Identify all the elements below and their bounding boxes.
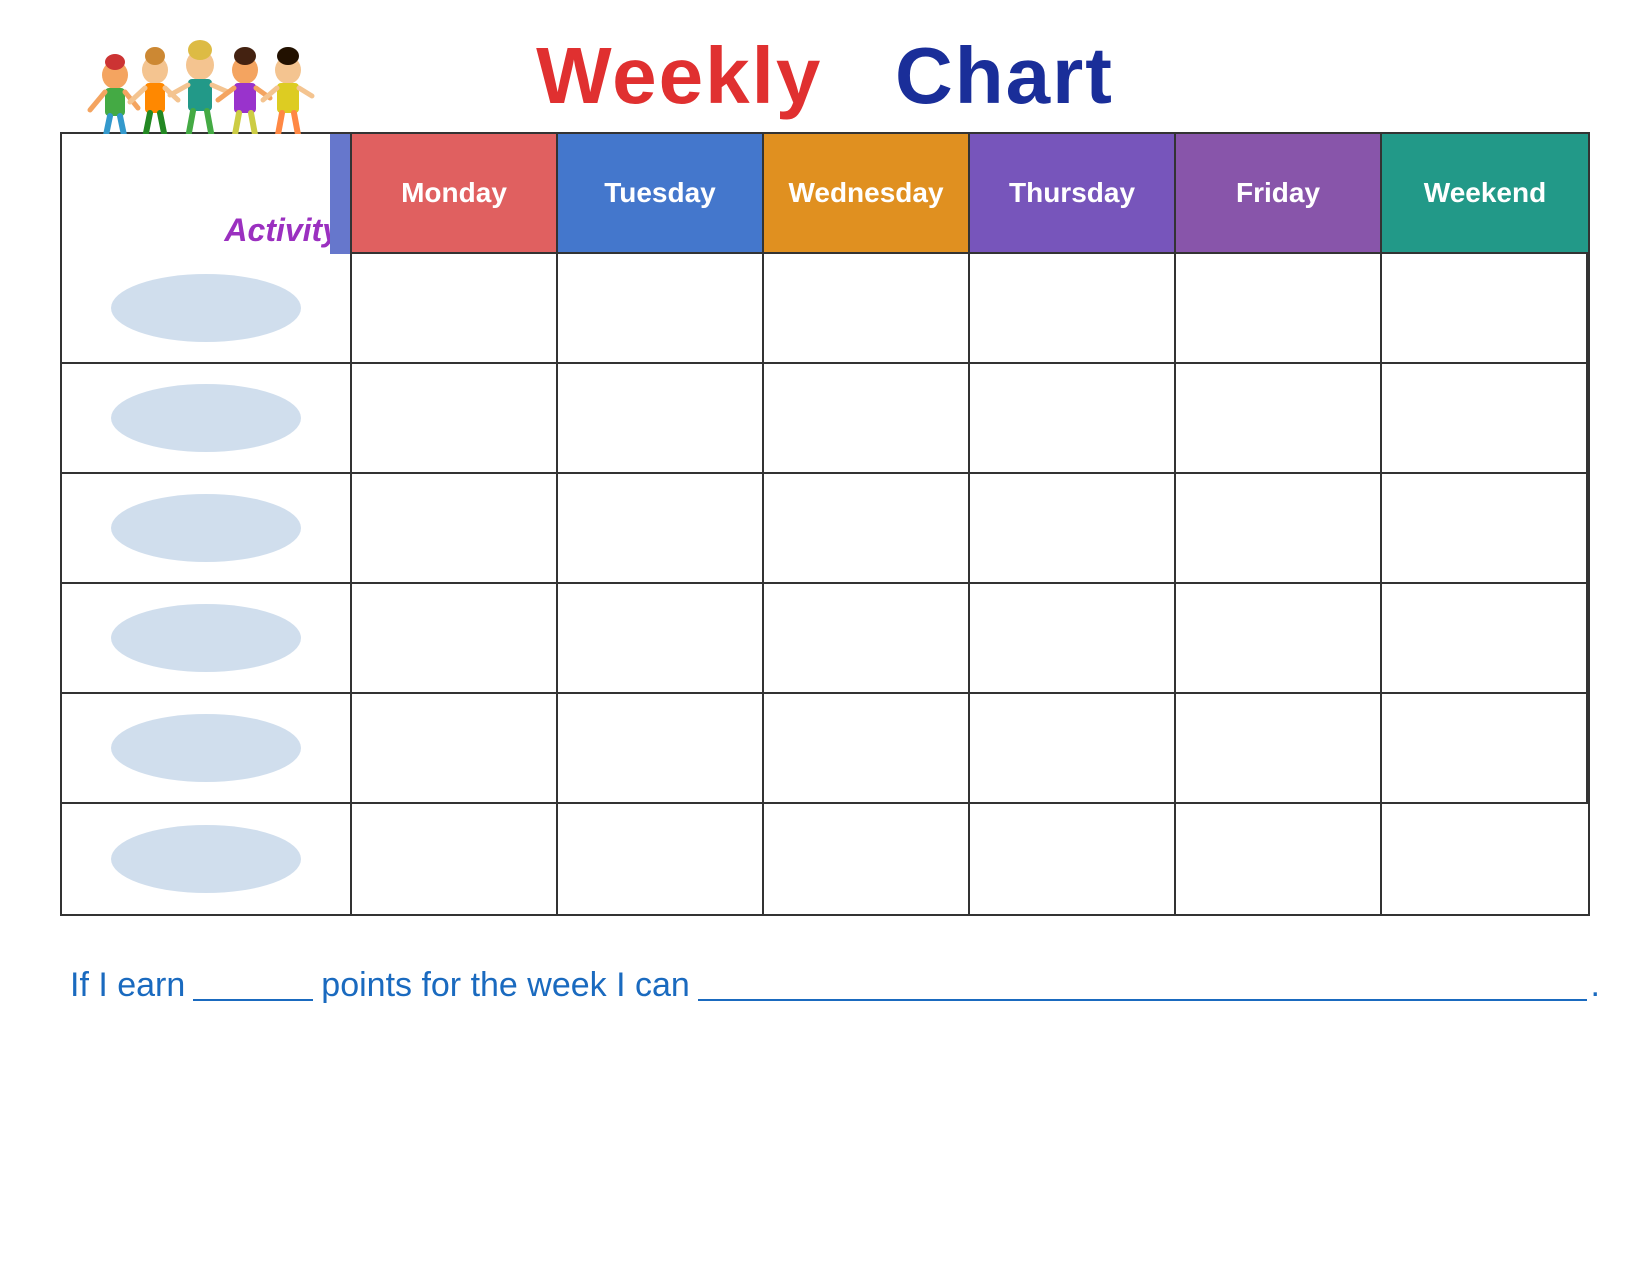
data-cell-row6-col1[interactable] bbox=[352, 804, 558, 914]
data-cell-row4-col6[interactable] bbox=[1382, 584, 1588, 694]
data-cell-row5-col6[interactable] bbox=[1382, 694, 1588, 804]
activity-header-cell: Activity bbox=[62, 134, 352, 254]
data-cell-row5-col4[interactable] bbox=[970, 694, 1176, 804]
footer-part1: If I earn bbox=[70, 966, 185, 1005]
data-cell-row3-col2[interactable] bbox=[558, 474, 764, 584]
activity-cell-2 bbox=[62, 364, 352, 474]
activity-oval-4 bbox=[111, 604, 301, 672]
footer-blank-long[interactable] bbox=[698, 999, 1587, 1001]
data-cell-row4-col3[interactable] bbox=[764, 584, 970, 694]
data-cell-row2-col3[interactable] bbox=[764, 364, 970, 474]
activity-cell-3 bbox=[62, 474, 352, 584]
data-cell-row4-col4[interactable] bbox=[970, 584, 1176, 694]
chart-header: Activity Monday Tuesday Wednesday Thursd… bbox=[62, 134, 1588, 254]
data-cell-row4-col2[interactable] bbox=[558, 584, 764, 694]
chart-body bbox=[62, 254, 1588, 914]
data-cell-row3-col5[interactable] bbox=[1176, 474, 1382, 584]
page-title: Weekly Chart bbox=[536, 30, 1114, 122]
data-cell-row6-col4[interactable] bbox=[970, 804, 1176, 914]
weekly-chart: Activity Monday Tuesday Wednesday Thursd… bbox=[60, 132, 1590, 916]
activity-label: Activity bbox=[224, 212, 340, 249]
data-cell-row5-col2[interactable] bbox=[558, 694, 764, 804]
footer-period: . bbox=[1591, 966, 1600, 1005]
data-cell-row3-col3[interactable] bbox=[764, 474, 970, 584]
activity-cell-1 bbox=[62, 254, 352, 364]
header-thursday: Thursday bbox=[970, 134, 1176, 254]
activity-oval-2 bbox=[111, 384, 301, 452]
title-chart: Chart bbox=[895, 31, 1114, 120]
data-cell-row6-col3[interactable] bbox=[764, 804, 970, 914]
data-cell-row2-col4[interactable] bbox=[970, 364, 1176, 474]
data-cell-row5-col5[interactable] bbox=[1176, 694, 1382, 804]
header-friday: Friday bbox=[1176, 134, 1382, 254]
activity-cell-5 bbox=[62, 694, 352, 804]
data-cell-row4-col5[interactable] bbox=[1176, 584, 1382, 694]
data-cell-row1-col3[interactable] bbox=[764, 254, 970, 364]
footer-part2: points for the week I can bbox=[321, 966, 690, 1005]
header-weekend: Weekend bbox=[1382, 134, 1588, 254]
data-cell-row2-col2[interactable] bbox=[558, 364, 764, 474]
activity-oval-3 bbox=[111, 494, 301, 562]
data-cell-row5-col3[interactable] bbox=[764, 694, 970, 804]
data-cell-row2-col6[interactable] bbox=[1382, 364, 1588, 474]
header-tuesday: Tuesday bbox=[558, 134, 764, 254]
vertical-bar bbox=[330, 134, 350, 254]
activity-oval-6 bbox=[111, 825, 301, 893]
activity-oval-1 bbox=[111, 274, 301, 342]
header-monday: Monday bbox=[352, 134, 558, 254]
activity-cell-4 bbox=[62, 584, 352, 694]
data-cell-row2-col1[interactable] bbox=[352, 364, 558, 474]
data-cell-row1-col4[interactable] bbox=[970, 254, 1176, 364]
data-cell-row1-col1[interactable] bbox=[352, 254, 558, 364]
data-cell-row5-col1[interactable] bbox=[352, 694, 558, 804]
data-cell-row3-col6[interactable] bbox=[1382, 474, 1588, 584]
data-cell-row3-col1[interactable] bbox=[352, 474, 558, 584]
activity-oval-5 bbox=[111, 714, 301, 782]
title-area: Weekly Chart bbox=[50, 30, 1600, 122]
data-cell-row1-col2[interactable] bbox=[558, 254, 764, 364]
title-weekly: Weekly bbox=[536, 31, 822, 120]
data-cell-row2-col5[interactable] bbox=[1176, 364, 1382, 474]
data-cell-row1-col6[interactable] bbox=[1382, 254, 1588, 364]
activity-cell-6 bbox=[62, 804, 352, 914]
data-cell-row4-col1[interactable] bbox=[352, 584, 558, 694]
footer-sentence: If I earn points for the week I can . bbox=[50, 966, 1600, 1005]
data-cell-row6-col5[interactable] bbox=[1176, 804, 1382, 914]
data-cell-row6-col2[interactable] bbox=[558, 804, 764, 914]
data-cell-row1-col5[interactable] bbox=[1176, 254, 1382, 364]
header-wednesday: Wednesday bbox=[764, 134, 970, 254]
data-cell-row3-col4[interactable] bbox=[970, 474, 1176, 584]
data-cell-row6-col6[interactable] bbox=[1382, 804, 1588, 914]
footer-blank-short[interactable] bbox=[193, 999, 313, 1001]
